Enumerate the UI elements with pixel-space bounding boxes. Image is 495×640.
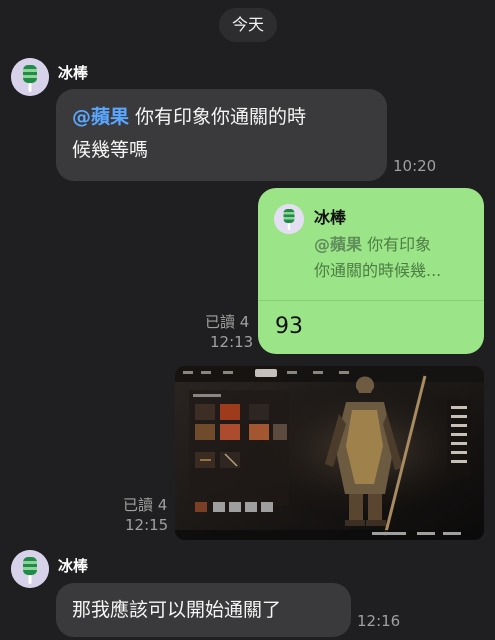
message-bubble[interactable]: 那我應該可以開始通關了 xyxy=(56,583,351,637)
message-text: 那我應該可以開始通關了 xyxy=(72,599,282,621)
mention-link[interactable]: @蘋果 xyxy=(72,106,129,128)
read-receipt: 已讀 4 xyxy=(123,496,168,514)
date-pill: 今天 xyxy=(219,8,277,42)
reply-preview-line1: 你有印象 xyxy=(362,235,432,254)
reply-mention: @蘋果 xyxy=(314,235,363,254)
message-time: 12:13 xyxy=(210,333,254,351)
message-time: 12:15 xyxy=(125,516,169,534)
message-text-line2: 候幾等嗎 xyxy=(72,139,149,161)
popsicle-avatar-icon xyxy=(11,550,49,588)
sender-name: 冰棒 xyxy=(58,64,89,82)
reply-sender-name: 冰棒 xyxy=(314,208,347,227)
sender-avatar[interactable] xyxy=(11,58,49,96)
message-text-line1: 你有印象你通關的時 xyxy=(129,106,307,128)
popsicle-avatar-icon xyxy=(274,204,304,234)
reply-message-text: 93 xyxy=(275,314,303,339)
message-bubble[interactable]: @蘋果 你有印象你通關的時 候幾等嗎 xyxy=(56,89,387,181)
sender-avatar[interactable] xyxy=(11,550,49,588)
message-time: 10:20 xyxy=(393,157,437,175)
read-receipt: 已讀 4 xyxy=(205,313,250,331)
message-time: 12:16 xyxy=(357,612,401,630)
game-screenshot-image xyxy=(175,366,484,540)
reply-divider xyxy=(258,300,484,301)
sender-name: 冰棒 xyxy=(58,557,89,575)
image-message[interactable] xyxy=(175,366,484,540)
reply-preview-line2: 你通關的時候幾... xyxy=(314,261,442,280)
reply-preview: @蘋果 你有印象 你通關的時候幾... xyxy=(314,232,470,284)
popsicle-avatar-icon xyxy=(11,58,49,96)
reply-avatar xyxy=(274,204,304,234)
